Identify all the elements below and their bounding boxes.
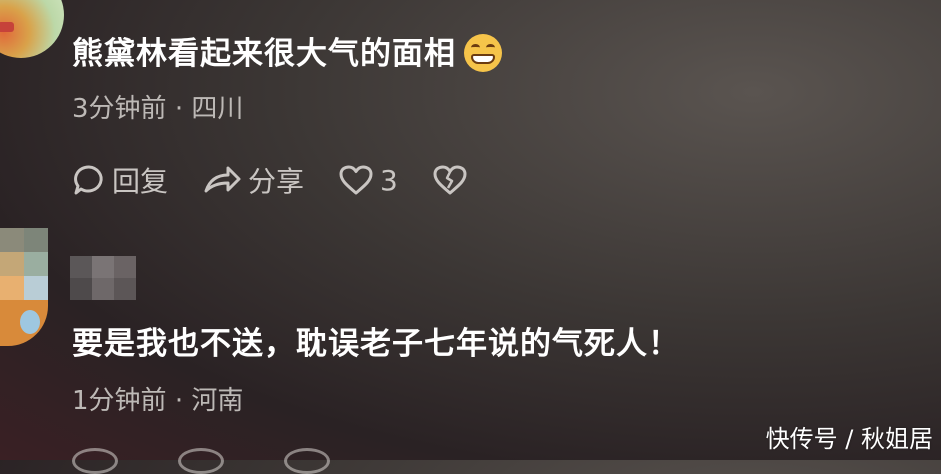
share-label: 分享	[248, 165, 305, 198]
grinning-face-emoji-icon	[464, 33, 502, 72]
comment-body: 熊黛林看起来很大气的面相	[72, 36, 456, 72]
reply-button[interactable]: 回复	[72, 160, 168, 200]
comment-text: 要是我也不送，耽误老子七年说的气死人！	[72, 318, 680, 363]
comment-actions-partial	[72, 448, 330, 474]
meta-separator: ·	[174, 94, 184, 124]
reply-label: 回复	[112, 165, 169, 198]
like-button[interactable]: 3	[338, 164, 398, 197]
share-button[interactable]: 分享	[202, 160, 304, 200]
dislike-button[interactable]	[432, 164, 474, 196]
share-arrow-icon	[204, 166, 241, 193]
avatar-detail	[0, 22, 14, 32]
watermark: 快传号 / 秋姐居	[765, 425, 933, 453]
user-avatar[interactable]	[0, 0, 64, 58]
like-count: 3	[380, 163, 398, 197]
comment-time: 1分钟前	[72, 386, 167, 416]
share-icon-partial[interactable]	[178, 448, 224, 474]
comment-meta: 3分钟前 · 四川	[72, 88, 243, 125]
comment-meta: 1分钟前 · 河南	[72, 380, 243, 417]
meta-separator: ·	[174, 386, 184, 416]
heart-icon	[339, 165, 373, 195]
comment-location: 四川	[191, 94, 244, 124]
reply-icon-partial[interactable]	[72, 448, 118, 474]
comment-location: 河南	[191, 386, 244, 416]
broken-heart-icon	[433, 165, 467, 195]
comment-text: 熊黛林看起来很大气的面相	[72, 28, 502, 75]
comment-actions: 回复 分享 3	[72, 160, 508, 200]
comment-time: 3分钟前	[72, 94, 167, 124]
like-icon-partial[interactable]	[284, 448, 330, 474]
speech-bubble-icon	[74, 165, 103, 195]
user-avatar-pixelated[interactable]	[0, 228, 52, 348]
username-pixelated[interactable]	[70, 256, 136, 300]
comment-body: 要是我也不送，耽误老子七年说的气死人！	[72, 326, 680, 362]
